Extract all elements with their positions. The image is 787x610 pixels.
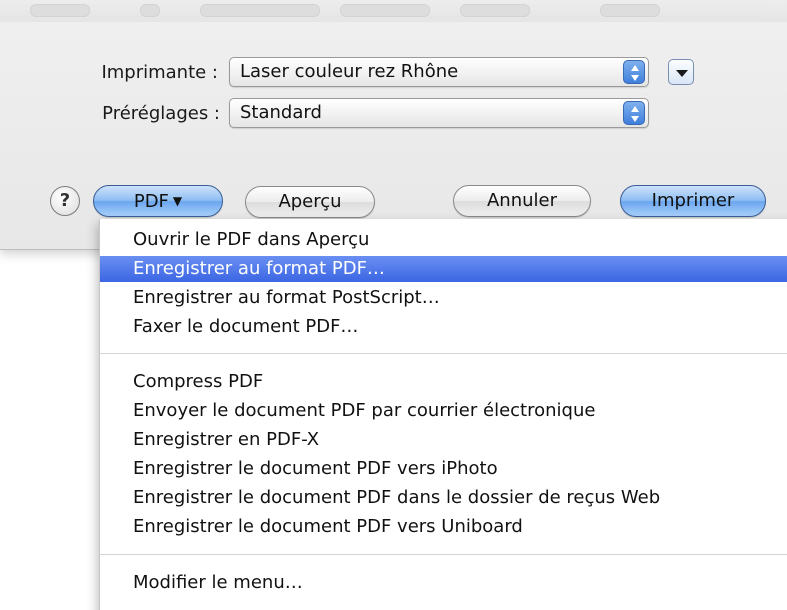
- printer-label: Imprimante :: [101, 62, 218, 83]
- menu-separator: [100, 353, 787, 354]
- up-down-arrows-icon: [623, 60, 645, 84]
- menu-item-save-to-iphoto[interactable]: Enregistrer le document PDF vers iPhoto: [100, 456, 787, 482]
- pdf-menu-button[interactable]: PDF ▼: [93, 185, 223, 217]
- menu-item-mail-pdf[interactable]: Envoyer le document PDF par courrier éle…: [100, 398, 787, 424]
- preview-button[interactable]: Aperçu: [245, 186, 375, 218]
- presets-value: Standard: [240, 102, 322, 123]
- presets-popup[interactable]: Standard: [229, 98, 649, 128]
- printer-disclosure-button[interactable]: [668, 59, 694, 85]
- menu-item-fax-pdf[interactable]: Faxer le document PDF…: [100, 314, 787, 340]
- print-dialog-sheet: Imprimante : Laser couleur rez Rhône Pré…: [0, 0, 787, 250]
- menu-item-compress-pdf[interactable]: Compress PDF: [100, 369, 787, 395]
- chevron-down-icon: ▼: [172, 194, 183, 208]
- menu-separator: [100, 554, 787, 555]
- print-button[interactable]: Imprimer: [620, 185, 766, 217]
- up-down-arrows-icon: [623, 101, 645, 125]
- pdf-button-label: PDF: [133, 191, 169, 212]
- presets-label: Préréglages :: [102, 103, 220, 124]
- menu-item-save-to-uniboard[interactable]: Enregistrer le document PDF vers Uniboar…: [100, 514, 787, 540]
- pdf-dropdown-menu: Ouvrir le PDF dans Aperçu Enregistrer au…: [99, 219, 787, 610]
- menu-item-save-as-pdf[interactable]: Enregistrer au format PDF…: [100, 256, 787, 282]
- menu-item-open-in-preview[interactable]: Ouvrir le PDF dans Aperçu: [100, 227, 787, 253]
- menu-item-save-to-web-receipts[interactable]: Enregistrer le document PDF dans le doss…: [100, 485, 787, 511]
- help-button[interactable]: ?: [50, 186, 80, 216]
- triangle-down-icon: [676, 70, 688, 77]
- menu-item-edit-menu[interactable]: Modifier le menu…: [100, 570, 787, 596]
- cancel-button[interactable]: Annuler: [453, 185, 591, 217]
- background-toolbar: [0, 0, 787, 22]
- printer-value: Laser couleur rez Rhône: [240, 61, 459, 82]
- printer-popup[interactable]: Laser couleur rez Rhône: [229, 57, 649, 87]
- menu-item-save-as-postscript[interactable]: Enregistrer au format PostScript…: [100, 285, 787, 311]
- menu-item-save-pdf-x[interactable]: Enregistrer en PDF-X: [100, 427, 787, 453]
